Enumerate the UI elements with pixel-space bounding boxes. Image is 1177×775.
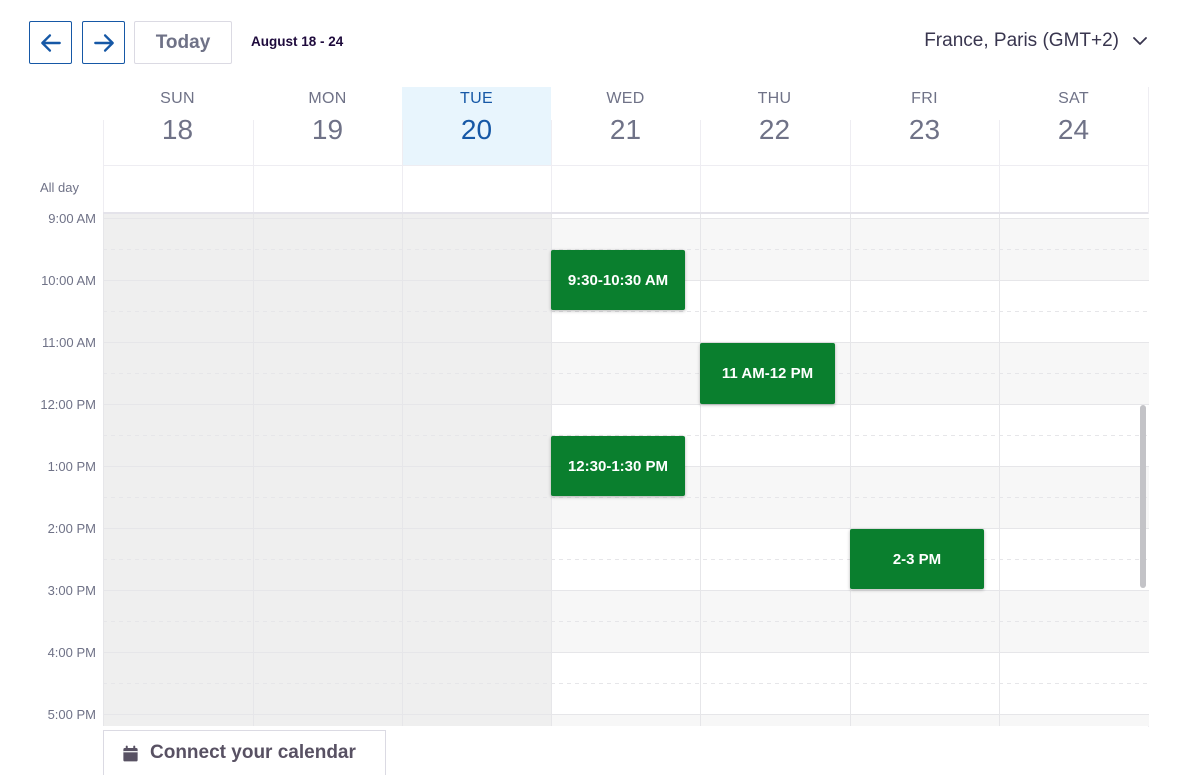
day-header-sun: SUN 18 <box>103 87 252 165</box>
event-slot[interactable]: 9:30-10:30 AM <box>551 250 685 310</box>
day-of-week: THU <box>757 90 792 107</box>
all-day-label: All day <box>40 180 80 195</box>
hour-line <box>103 714 1149 715</box>
event-slot[interactable]: 2-3 PM <box>850 529 984 589</box>
hour-line <box>103 590 1149 591</box>
arrow-right-icon <box>93 33 114 52</box>
event-slot[interactable]: 11 AM-12 PM <box>700 343 835 404</box>
time-label: 10:00 AM <box>41 273 96 288</box>
half-hour-line <box>103 497 1149 498</box>
time-label: 12:00 PM <box>40 397 96 412</box>
day-number: 21 <box>609 114 642 145</box>
day-of-week: WED <box>606 90 645 107</box>
half-hour-line <box>103 311 1149 312</box>
hour-line <box>103 404 1149 405</box>
chevron-down-icon <box>1133 37 1147 45</box>
all-day-row <box>103 165 1149 213</box>
column-divider <box>551 120 552 213</box>
day-of-week: SUN <box>160 90 195 107</box>
half-hour-line <box>103 373 1149 374</box>
day-of-week: TUE <box>460 90 493 107</box>
column-divider <box>850 120 851 213</box>
day-header-thu: THU 22 <box>700 87 849 165</box>
column-line <box>402 214 403 726</box>
day-number: 18 <box>161 114 194 145</box>
week-range-label: August 18 - 24 <box>251 34 344 49</box>
day-number: 23 <box>908 114 941 145</box>
timezone-select[interactable]: France, Paris (GMT+2) <box>924 30 1149 52</box>
day-of-week: SAT <box>1058 90 1089 107</box>
half-hour-line <box>103 683 1149 684</box>
arrow-left-icon <box>40 33 61 52</box>
event-slot[interactable]: 12:30-1:30 PM <box>551 436 685 496</box>
half-hour-line <box>103 621 1149 622</box>
half-hour-line <box>103 559 1149 560</box>
connect-calendar-button[interactable]: Connect your calendar <box>103 730 386 775</box>
day-header-wed: WED 21 <box>551 87 700 165</box>
day-number: 24 <box>1057 114 1090 145</box>
time-label: 5:00 PM <box>47 707 96 722</box>
day-number: 19 <box>311 114 344 145</box>
time-label: 2:00 PM <box>47 521 96 536</box>
hour-line <box>103 528 1149 529</box>
column-divider <box>700 120 701 213</box>
timezone-value: France, Paris (GMT+2) <box>924 30 1119 51</box>
column-divider <box>402 120 403 213</box>
time-label: 3:00 PM <box>47 583 96 598</box>
time-label: 1:00 PM <box>47 459 96 474</box>
column-line <box>253 214 254 726</box>
day-number: 20 <box>460 114 493 145</box>
column-divider <box>999 120 1000 213</box>
hour-line <box>103 342 1149 343</box>
grid-scrollbar[interactable] <box>1140 405 1146 588</box>
day-of-week: MON <box>308 90 347 107</box>
column-divider <box>103 120 104 213</box>
connect-calendar-label: Connect your calendar <box>150 742 356 763</box>
column-line <box>999 214 1000 726</box>
day-header-mon: MON 19 <box>253 87 402 165</box>
column-divider <box>253 120 254 213</box>
time-label: 11:00 AM <box>42 335 96 350</box>
column-line <box>850 214 851 726</box>
day-header-sat: SAT 24 <box>999 87 1148 165</box>
today-button[interactable]: Today <box>134 21 232 64</box>
column-line <box>700 214 701 726</box>
previous-week-button[interactable] <box>29 21 72 64</box>
day-of-week: FRI <box>911 90 938 107</box>
time-label: 9:00 AM <box>48 211 96 226</box>
column-line <box>103 214 104 726</box>
hour-line <box>103 652 1149 653</box>
day-header-fri: FRI 23 <box>850 87 999 165</box>
next-week-button[interactable] <box>82 21 125 64</box>
calendar-icon <box>123 745 138 761</box>
past-days-area <box>103 214 551 726</box>
day-header-tue-today: TUE 20 <box>402 87 551 165</box>
hour-line <box>103 218 1149 219</box>
time-label: 4:00 PM <box>47 645 96 660</box>
day-number: 22 <box>758 114 791 145</box>
